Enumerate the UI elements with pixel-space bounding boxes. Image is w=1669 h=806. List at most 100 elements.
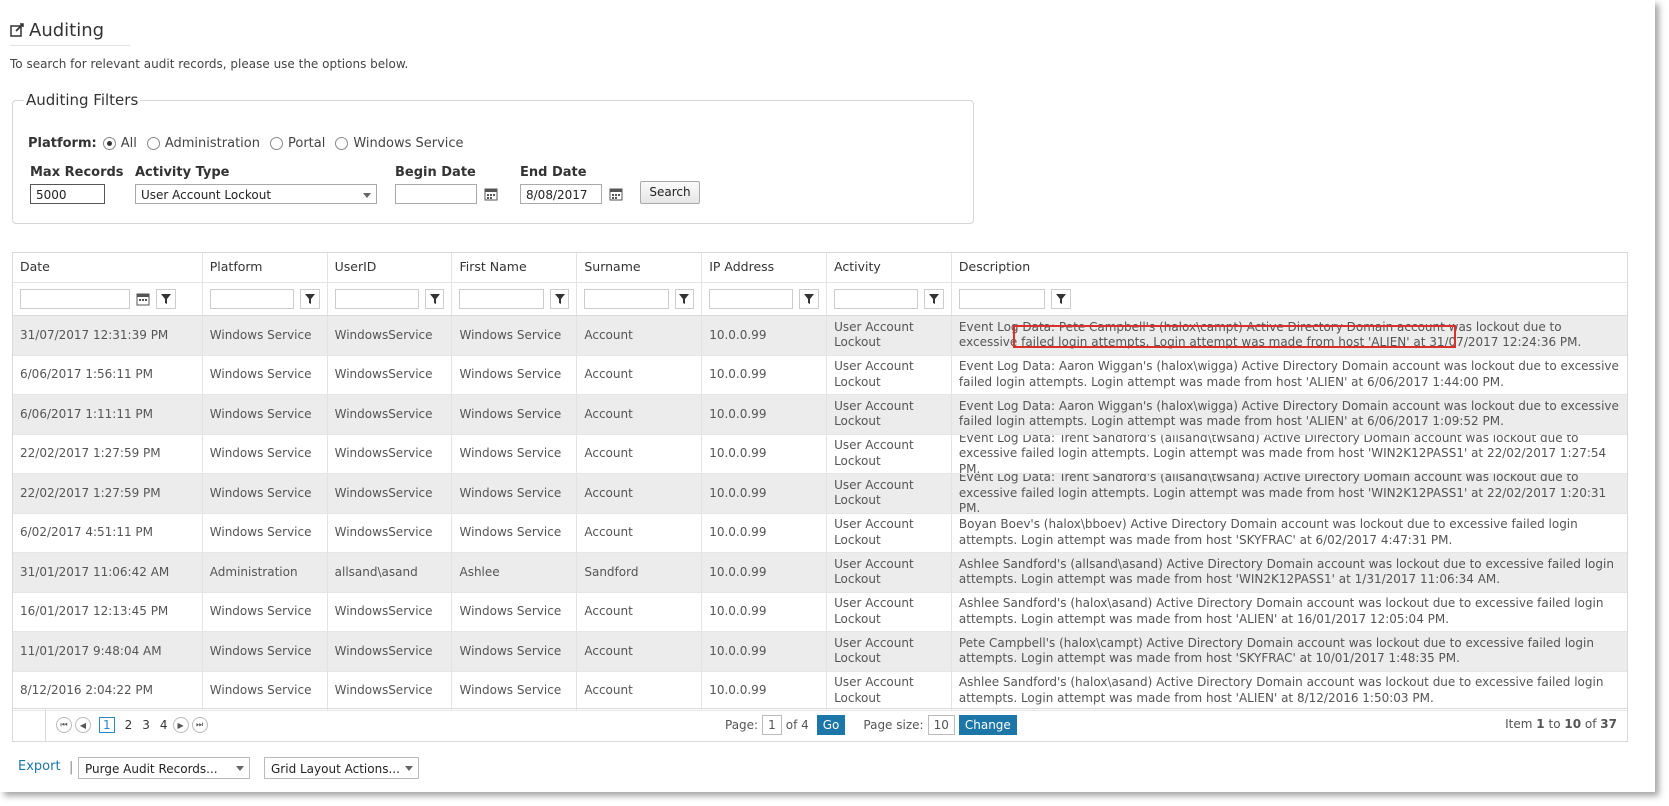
chevron-down-icon [405,766,413,771]
table-row[interactable]: 16/01/2017 12:13:45 PM Windows Service Win… [13,592,1627,632]
column-filter-input[interactable] [834,289,919,309]
max-records-input[interactable]: 5000 [30,184,105,204]
table-cell: Windows Service [452,474,578,513]
activity-type-label: Activity Type [135,165,230,180]
table-cell: Boyan Boev's (halox\bboev) Active Direct… [958,517,1578,547]
page-number[interactable]: 1 [99,717,115,733]
platform-radio-administration[interactable]: Administration [146,136,260,151]
column-header-first-name[interactable]: First Name [452,253,578,282]
column-header-date[interactable]: Date [13,253,203,282]
radio-icon [335,137,349,150]
table-cell: Windows Service [452,592,578,631]
column-header-description[interactable]: Description [952,253,1627,282]
table-cell: Account [577,355,703,394]
column-filter-input[interactable] [459,289,544,309]
max-records-label: Max Records [30,165,124,180]
column-filter-input[interactable] [20,289,130,309]
platform-radio-portal[interactable]: Portal [269,136,325,151]
column-filter-input[interactable] [209,289,294,309]
table-cell: 11/01/2017 9:48:04 AM [13,632,203,671]
column-filter-input[interactable] [584,289,669,309]
go-button[interactable]: Go [816,715,846,735]
table-row[interactable]: 6/06/2017 1:11:11 PM Windows Service Windo… [13,395,1627,435]
table-cell: Account [577,316,703,355]
table-row[interactable]: 6/06/2017 1:56:11 PM Windows Service Windo… [13,355,1627,395]
table-cell: 31/01/2017 11:06:42 AM [13,553,203,592]
table-cell: 6/02/2017 4:51:11 PM [13,513,203,552]
page-number[interactable]: 3 [142,718,150,732]
filter-icon[interactable] [549,289,570,309]
table-row[interactable]: 31/01/2017 11:06:42 AM Administration alls… [13,553,1627,593]
filter-icon[interactable] [799,289,820,309]
table-row[interactable]: 22/02/2017 1:27:59 PM Windows Service Wind… [13,474,1627,514]
column-filter-input[interactable] [334,289,419,309]
filter-icon[interactable] [674,289,695,309]
table-cell: Pete Campbell's (halox\campt) Active Dir… [958,635,1594,666]
column-filter-input[interactable] [709,289,794,309]
page-title: Auditing [10,15,130,46]
page-number[interactable]: 2 [125,718,133,732]
column-header-surname[interactable]: Surname [577,253,703,282]
table-cell: Account [577,592,703,631]
footer-separator: | [69,760,74,775]
item-total: 37 [1600,717,1617,731]
table-row[interactable]: 11/01/2017 9:48:04 AM Windows Service Wind… [13,632,1627,672]
page-size-input[interactable]: 10 [927,715,955,735]
calendar-icon[interactable] [484,187,498,201]
activity-type-select[interactable]: User Account Lockout [135,184,377,204]
calendar-icon[interactable] [609,187,623,201]
table-cell: allsand\asand [328,553,453,592]
filter-icon[interactable] [156,289,176,309]
table-cell: Windows Service [203,671,328,710]
export-link[interactable]: Export [18,759,61,774]
table-row[interactable]: 22/02/2017 1:27:59 PM Windows Service Wind… [13,434,1627,474]
filter-icon[interactable] [424,289,445,309]
activity-type-value: User Account Lockout [141,188,272,202]
of-label: of [1584,717,1597,731]
filters-legend: Auditing Filters [24,91,141,109]
calendar-icon[interactable] [136,292,150,306]
platform-radio-windows-service[interactable]: Windows Service [335,136,464,151]
table-cell: Windows Service [203,434,328,473]
filter-icon[interactable] [300,289,320,309]
search-button[interactable]: Search [640,181,700,204]
table-row[interactable]: 6/02/2017 4:51:11 PM Windows Service Windo… [13,513,1627,553]
next-page-icon[interactable]: ▶ [172,717,189,733]
platform-label: Platform: [28,136,97,151]
filter-row [13,283,1627,316]
filter-cell [577,283,703,315]
page-input[interactable]: 1 [762,715,782,735]
last-page-icon[interactable]: ⏭ [191,717,208,733]
filter-cell [827,283,952,315]
chevron-down-icon [236,766,244,771]
purge-audit-records-select[interactable]: Purge Audit Records... [78,757,250,779]
previous-page-icon[interactable]: ◀ [75,717,91,733]
table-cell: Account [577,434,703,473]
column-header-ip-address[interactable]: IP Address [702,253,828,282]
radio-icon [146,137,160,150]
table-cell: 31/07/2017 12:31:39 PM [13,316,203,355]
change-button[interactable]: Change [958,715,1017,735]
table-cell: WindowsService [328,513,453,552]
to-label: to [1548,717,1561,731]
page-number[interactable]: 4 [160,718,168,732]
radio-icon [269,137,283,150]
platform-radio-all[interactable]: All [102,136,137,151]
table-cell: User Account Lockout [827,474,952,513]
first-page-icon[interactable]: ⏮ [56,717,72,733]
grid-layout-actions-select[interactable]: Grid Layout Actions... [264,757,419,779]
table-cell: Windows Service [203,474,328,513]
table-cell: WindowsService [328,632,453,671]
table-cell: WindowsService [328,671,453,710]
filter-icon[interactable] [1050,289,1071,309]
table-cell: 16/01/2017 12:13:45 PM [13,592,203,631]
column-header-activity[interactable]: Activity [827,253,952,282]
column-header-userid[interactable]: UserID [328,253,453,282]
table-row[interactable]: 8/12/2016 2:04:22 PM Windows Service Windo… [13,671,1627,711]
column-filter-input[interactable] [958,289,1045,309]
end-date-input[interactable]: 8/08/2017 [520,184,602,204]
page-label: Page: [725,718,759,732]
begin-date-input[interactable] [395,184,477,204]
column-header-platform[interactable]: Platform [203,253,328,282]
filter-icon[interactable] [924,289,944,309]
